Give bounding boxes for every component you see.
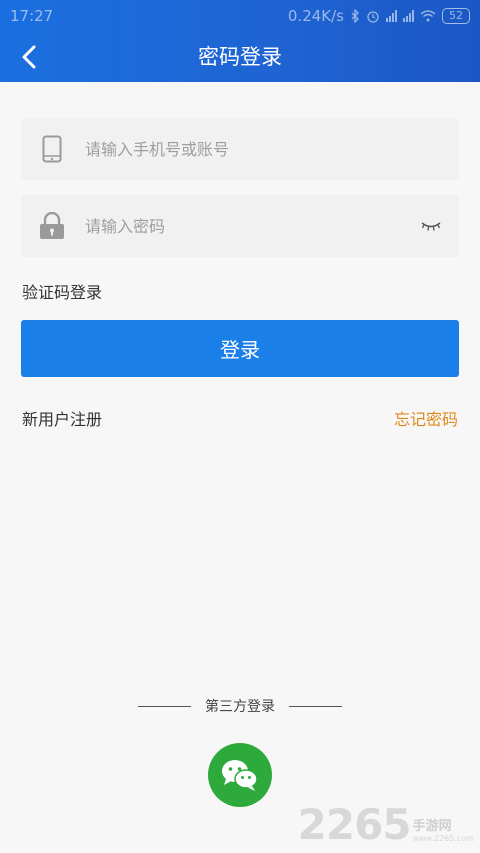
phone-icon bbox=[42, 135, 62, 163]
third-party-label: 第三方登录 bbox=[205, 699, 275, 715]
status-time: 17:27 bbox=[10, 7, 54, 25]
divider-line-left bbox=[138, 705, 191, 707]
password-visibility-toggle[interactable] bbox=[403, 195, 459, 257]
password-input[interactable] bbox=[83, 206, 403, 246]
watermark-name: 手游网 bbox=[412, 819, 452, 834]
divider-line-right bbox=[289, 705, 342, 707]
bluetooth-icon bbox=[351, 9, 359, 23]
wifi-icon bbox=[420, 10, 436, 22]
register-link[interactable]: 新用户注册 bbox=[22, 406, 102, 430]
alarm-icon bbox=[367, 11, 379, 23]
signal-icon bbox=[403, 10, 414, 22]
password-icon-wrap bbox=[21, 195, 83, 257]
watermark-number: 2265 bbox=[297, 800, 412, 849]
account-input[interactable] bbox=[83, 129, 459, 169]
signal-icon bbox=[386, 10, 397, 22]
third-party-divider: 第三方登录 bbox=[0, 695, 480, 717]
watermark-url: www.2265.com bbox=[412, 834, 474, 843]
app-header: 17:27 0.24K/s 52 密码登录 bbox=[0, 0, 480, 82]
status-icons: 0.24K/s 52 bbox=[288, 7, 470, 25]
forgot-password-link[interactable]: 忘记密码 bbox=[394, 406, 458, 430]
sms-login-link[interactable]: 验证码登录 bbox=[22, 279, 102, 303]
watermark-sub: 手游网 www.2265.com bbox=[413, 815, 474, 843]
network-speed: 0.24K/s bbox=[287, 7, 344, 25]
password-field[interactable] bbox=[21, 195, 459, 257]
wechat-icon bbox=[222, 760, 258, 791]
wechat-login-button[interactable] bbox=[208, 743, 272, 807]
eye-closed-icon bbox=[421, 222, 441, 231]
account-icon-wrap bbox=[21, 118, 83, 180]
lock-icon bbox=[40, 212, 64, 239]
login-button[interactable]: 登录 bbox=[21, 320, 459, 377]
status-bar: 17:27 0.24K/s 52 bbox=[0, 0, 480, 32]
page-title: 密码登录 bbox=[198, 45, 282, 69]
battery-icon: 52 bbox=[442, 8, 470, 24]
account-field[interactable] bbox=[21, 118, 459, 180]
site-watermark: 2265 手游网 www.2265.com bbox=[297, 800, 474, 849]
